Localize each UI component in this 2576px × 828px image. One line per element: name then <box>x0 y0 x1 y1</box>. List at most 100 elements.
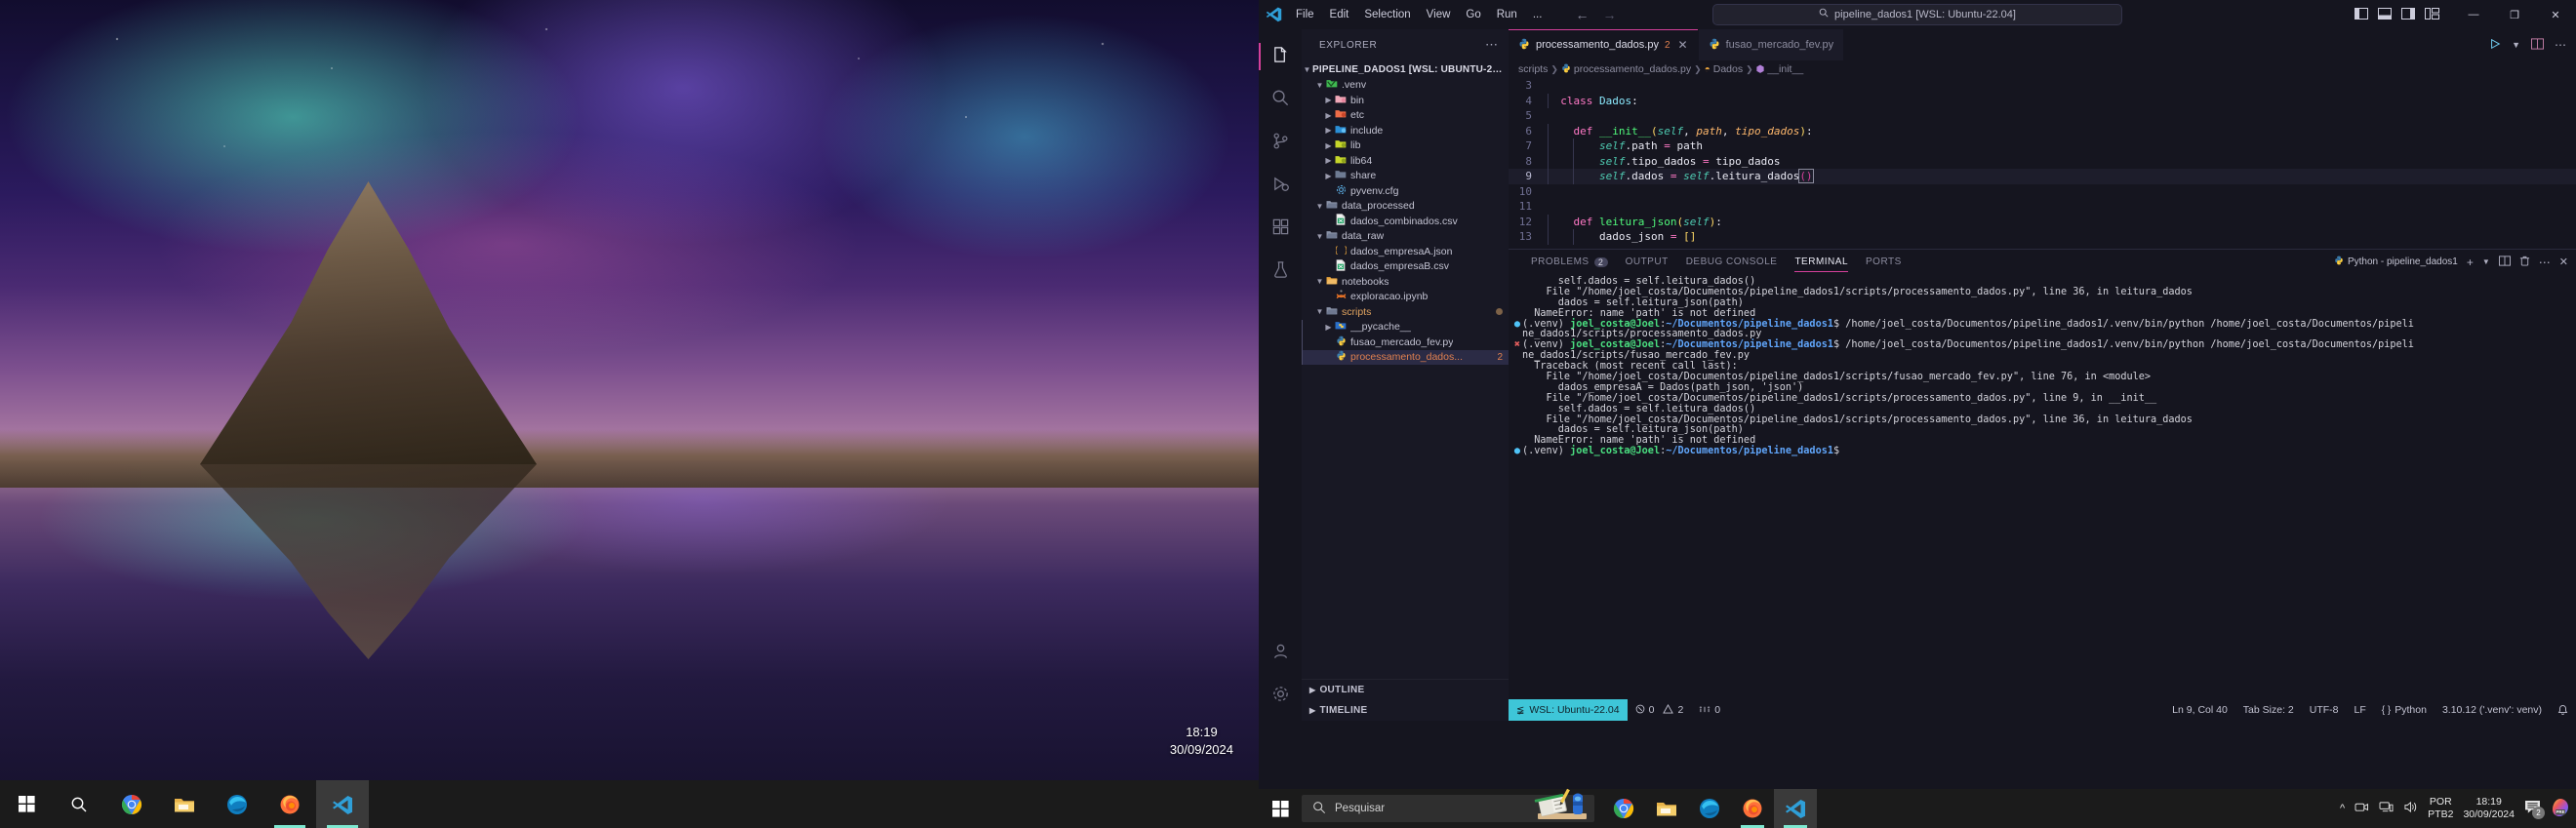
menu-go[interactable]: Go <box>1458 5 1488 24</box>
breadcrumb-method[interactable]: __init__ <box>1767 63 1803 75</box>
tree-item-exploracao-ipynb[interactable]: exploracao.ipynb <box>1302 290 1509 305</box>
windows-start-button[interactable] <box>0 780 53 828</box>
command-center-search[interactable]: pipeline_dados1 [WSL: Ubuntu-22.04] <box>1712 3 2122 25</box>
status-interpreter[interactable]: 3.10.12 ('.venv': venv) <box>2435 699 2550 721</box>
activity-accounts[interactable] <box>1259 631 1302 674</box>
vscode-icon[interactable] <box>316 780 369 828</box>
tree-item-etc[interactable]: ▶ etc <box>1302 108 1509 124</box>
customize-layout-icon[interactable] <box>2425 7 2439 22</box>
search-icon[interactable] <box>53 780 105 828</box>
tree-item-data-processed[interactable]: ▼ data_processed <box>1302 199 1509 215</box>
activity-extensions[interactable] <box>1259 207 1302 250</box>
tab-fusao-mercado-fev[interactable]: fusao_mercado_fev.py <box>1698 29 1845 60</box>
toggle-primary-sidebar-icon[interactable] <box>2355 7 2368 22</box>
status-ports[interactable]: 0 <box>1691 699 1728 721</box>
firefox-icon[interactable] <box>263 780 316 828</box>
tree-item-pyvenv-cfg[interactable]: pyvenv.cfg <box>1302 183 1509 199</box>
copilot-pre-icon[interactable]: PRE <box>2551 798 2570 820</box>
menu-view[interactable]: View <box>1419 5 1459 24</box>
notification-center-icon[interactable]: 2 <box>2524 800 2545 819</box>
panel-tab-output[interactable]: OUTPUT <box>1617 250 1677 274</box>
toggle-panel-icon[interactable] <box>2378 7 2392 22</box>
tree-item-include[interactable]: ▶ include <box>1302 123 1509 138</box>
toggle-secondary-sidebar-icon[interactable] <box>2401 7 2415 22</box>
close-button[interactable]: ✕ <box>2535 0 2576 29</box>
activity-settings[interactable] <box>1259 674 1302 717</box>
split-terminal-icon[interactable] <box>2498 255 2511 269</box>
firefox-icon[interactable] <box>1731 789 1774 828</box>
tree-item-dados-empresaa-json[interactable]: { }dados_empresaA.json <box>1302 244 1509 259</box>
tree-item-scripts[interactable]: ▼ scripts <box>1302 304 1509 320</box>
run-python-file-icon[interactable] <box>2489 38 2501 53</box>
tree-item-lib[interactable]: ▶ lib <box>1302 138 1509 154</box>
chrome-icon[interactable] <box>105 780 158 828</box>
status-eol[interactable]: LF <box>2347 699 2374 721</box>
menu-more[interactable]: ... <box>1525 5 1550 24</box>
tree-item-processamento-dados-[interactable]: processamento_dados... 2 <box>1302 349 1509 365</box>
chevron-up-icon[interactable]: ^ <box>2340 803 2345 814</box>
tree-item-data-raw[interactable]: ▼ data_raw <box>1302 229 1509 245</box>
menu-selection[interactable]: Selection <box>1356 5 1418 24</box>
status-remote-wsl[interactable]: ≨ WSL: Ubuntu-22.04 <box>1509 699 1628 721</box>
ellipsis-icon[interactable]: ⋯ <box>2555 38 2566 52</box>
close-icon[interactable]: ✕ <box>1678 38 1688 52</box>
activity-testing[interactable] <box>1259 250 1302 293</box>
activity-explorer[interactable] <box>1259 35 1302 78</box>
volume-icon[interactable] <box>2403 801 2418 816</box>
file-explorer-icon[interactable] <box>1645 789 1688 828</box>
minimize-button[interactable]: — <box>2453 0 2494 29</box>
menu-file[interactable]: File <box>1288 5 1322 24</box>
section-outline[interactable]: ▶ OUTLINE <box>1302 680 1509 700</box>
file-explorer-icon[interactable] <box>158 780 211 828</box>
maximize-button[interactable]: ❐ <box>2494 0 2535 29</box>
code-editor[interactable]: 34 class Dados: 5 6 def __init__(self, pat… <box>1509 78 2576 249</box>
kill-terminal-icon[interactable] <box>2519 256 2530 269</box>
activity-run-debug[interactable] <box>1259 164 1302 207</box>
section-timeline[interactable]: ▶ TIMELINE <box>1302 700 1509 721</box>
chevron-down-icon[interactable]: ▼ <box>2512 40 2520 50</box>
tree-item--venv[interactable]: ▼ .venv <box>1302 78 1509 94</box>
split-editor-icon[interactable] <box>2531 37 2544 53</box>
vscode-icon[interactable] <box>1774 789 1817 828</box>
network-icon[interactable] <box>2379 801 2394 816</box>
status-cursor-position[interactable]: Ln 9, Col 40 <box>2164 699 2235 721</box>
tree-item-lib64[interactable]: ▶ lib64 <box>1302 153 1509 169</box>
panel-tab-debug-console[interactable]: DEBUG CONSOLE <box>1677 250 1787 274</box>
breadcrumb-file[interactable]: processamento_dados.py <box>1574 63 1691 75</box>
tree-item-dados-combinados-csv[interactable]: dados_combinados.csv <box>1302 214 1509 229</box>
edge-icon[interactable] <box>211 780 263 828</box>
new-terminal-icon[interactable]: + <box>2467 256 2474 269</box>
status-language[interactable]: { } Python <box>2374 699 2435 721</box>
panel-tab-terminal[interactable]: TERMINAL <box>1786 250 1857 274</box>
arrow-left-icon[interactable]: ← <box>1575 7 1589 22</box>
status-tab-size[interactable]: Tab Size: 2 <box>2235 699 2302 721</box>
tree-item-dados-empresab-csv[interactable]: dados_empresaB.csv <box>1302 259 1509 275</box>
ellipsis-icon[interactable]: ⋯ <box>1485 37 1499 53</box>
ellipsis-icon[interactable]: ⋯ <box>2539 256 2551 269</box>
panel-tab-ports[interactable]: PORTS <box>1857 250 1911 274</box>
arrow-right-icon[interactable]: → <box>1602 7 1616 22</box>
breadcrumb-class[interactable]: Dados <box>1713 63 1743 75</box>
tree-root[interactable]: ▼ PIPELINE_DADOS1 [WSL: UBUNTU-22.... <box>1302 62 1509 78</box>
close-panel-icon[interactable]: ✕ <box>2559 256 2568 268</box>
camera-icon[interactable] <box>2355 801 2369 816</box>
activity-source-control[interactable] <box>1259 121 1302 164</box>
menu-run[interactable]: Run <box>1489 5 1525 24</box>
edge-icon[interactable] <box>1688 789 1731 828</box>
terminal-selector[interactable]: Python - pipeline_dados1 <box>2334 256 2458 268</box>
chrome-icon[interactable] <box>1602 789 1645 828</box>
tree-item-fusao-mercado-fev-py[interactable]: fusao_mercado_fev.py <box>1302 335 1509 350</box>
taskbar-search-input[interactable]: Pesquisar <box>1302 788 1594 822</box>
activity-search[interactable] <box>1259 78 1302 121</box>
breadcrumb-scripts[interactable]: scripts <box>1518 63 1548 75</box>
terminal-output[interactable]: self.dados = self.leitura_dados() File "… <box>1509 274 2576 699</box>
tree-item-share[interactable]: ▶ share <box>1302 169 1509 184</box>
tree-item--pycache-[interactable]: ▶ __pycache__ <box>1302 320 1509 335</box>
input-language-indicator[interactable]: POR PTB2 <box>2428 796 2453 821</box>
bell-icon[interactable] <box>2550 699 2576 721</box>
chevron-down-icon[interactable]: ▼ <box>2482 257 2490 266</box>
status-encoding[interactable]: UTF-8 <box>2302 699 2347 721</box>
tab-processamento-dados[interactable]: processamento_dados.py 2 ✕ <box>1509 29 1699 60</box>
panel-tab-problems[interactable]: PROBLEMS 2 <box>1522 250 1617 274</box>
tree-item-notebooks[interactable]: ▼ notebooks <box>1302 274 1509 290</box>
